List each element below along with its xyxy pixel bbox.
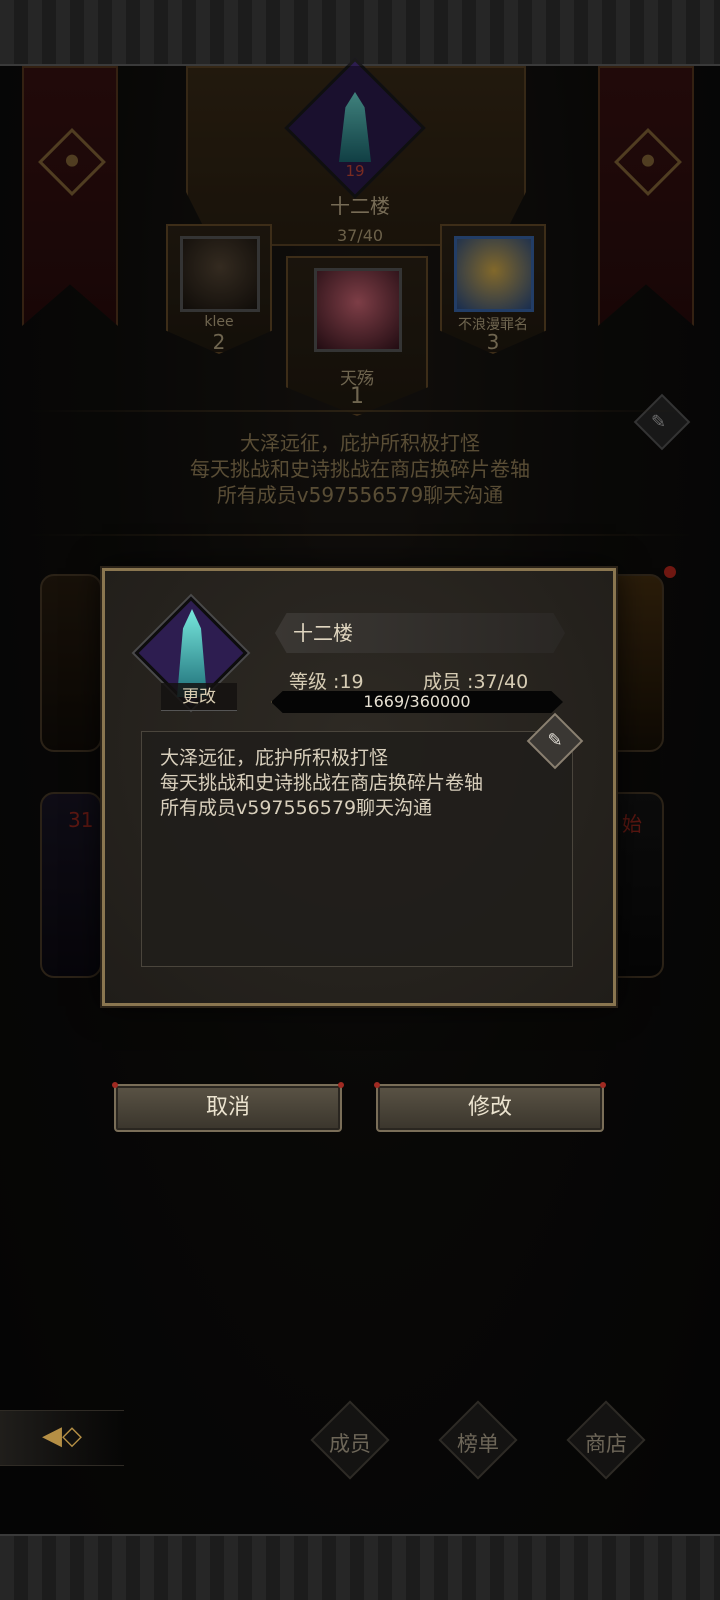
nav-ranking-label: 榜单 bbox=[457, 1432, 499, 1456]
guild-level-text: 等级 :19 bbox=[289, 671, 364, 693]
guild-name-field[interactable]: 十二楼 bbox=[275, 613, 565, 653]
notice-textarea[interactable]: 大泽远征，庇护所积极打怪 每天挑战和史诗挑战在商店换碎片卷轴 所有成员v5975… bbox=[141, 731, 573, 967]
nav-shop-label: 商店 bbox=[585, 1432, 627, 1456]
change-emblem-button[interactable]: 更改 bbox=[161, 683, 237, 711]
experience-bar: 1669/360000 bbox=[271, 691, 563, 713]
notice-text: 大泽远征，庇护所积极打怪 每天挑战和史诗挑战在商店换碎片卷轴 所有成员v5975… bbox=[160, 747, 484, 819]
edit-guild-dialog: 更改 十二楼 等级 :19 成员 :37/40 1669/360000 大泽远征… bbox=[102, 568, 616, 1006]
nav-shop[interactable]: 商店 bbox=[566, 1400, 646, 1480]
quill-icon: ✎ bbox=[547, 730, 563, 751]
bottom-frame bbox=[0, 1534, 720, 1600]
back-arrow-icon: ◀◇ bbox=[42, 1421, 82, 1451]
cancel-button[interactable]: 取消 bbox=[112, 1082, 344, 1132]
nav-members[interactable]: 成员 bbox=[310, 1400, 390, 1480]
modify-button[interactable]: 修改 bbox=[374, 1082, 606, 1132]
nav-members-label: 成员 bbox=[329, 1432, 371, 1456]
nav-ranking[interactable]: 榜单 bbox=[438, 1400, 518, 1480]
experience-text: 1669/360000 bbox=[363, 692, 471, 711]
top-frame bbox=[0, 0, 720, 66]
back-button[interactable]: ◀◇ bbox=[0, 1410, 124, 1466]
guild-members-text: 成员 :37/40 bbox=[423, 671, 529, 693]
